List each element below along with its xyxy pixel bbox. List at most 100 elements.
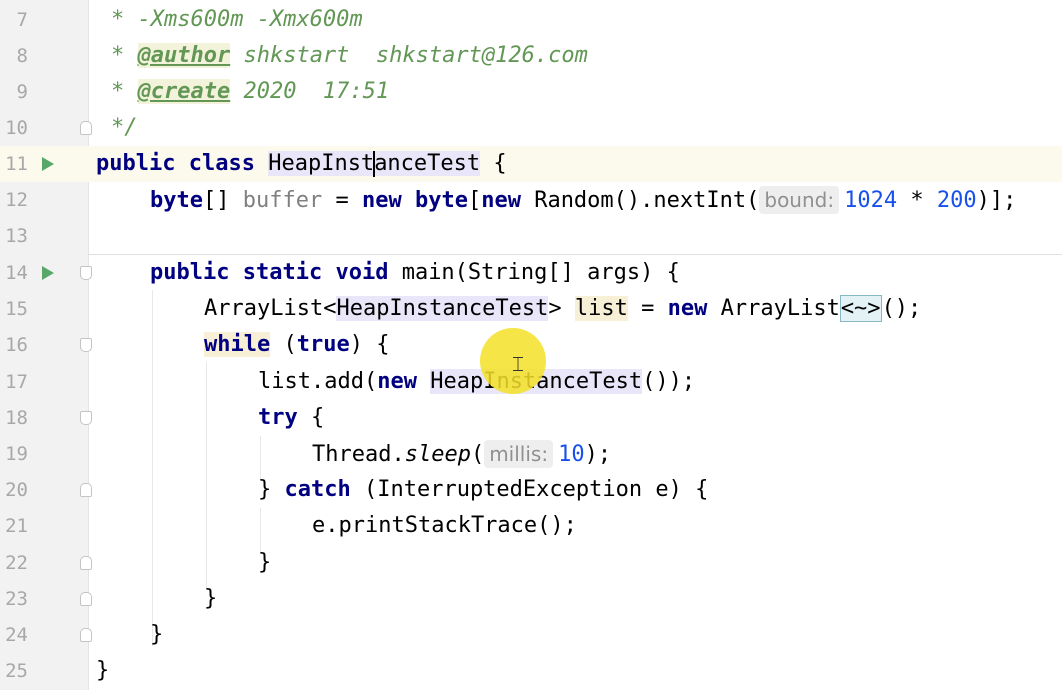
open-paren: ( (270, 332, 297, 357)
code-editor[interactable]: 7 * -Xms600m -Xmx600m 8 * @author shksta… (0, 0, 1062, 690)
run-icon[interactable] (42, 157, 54, 171)
fold-end-icon[interactable] (80, 628, 92, 642)
code-line-23[interactable]: 23 } (0, 581, 1062, 617)
class-declaration: public class HeapInstanceTest { (96, 146, 507, 182)
code-line-10[interactable]: 10 */ (0, 110, 1062, 146)
code-line-15[interactable]: 15 ArrayList<HeapInstanceTest> list = ne… (0, 291, 1062, 327)
close-brace: } (204, 586, 218, 611)
code-line-18[interactable]: 18 try { (0, 400, 1062, 436)
keyword-true: true (296, 332, 350, 357)
line-number: 10 (5, 117, 28, 139)
class-name-part-2: anceTest (374, 151, 481, 176)
keyword-new: new (667, 296, 708, 321)
code-line-22[interactable]: 22 } (0, 545, 1062, 581)
run-icon[interactable] (42, 266, 54, 280)
line-number: 25 (5, 660, 28, 682)
multiply-op: * (897, 188, 937, 213)
code-line-25[interactable]: 25 } (0, 653, 1062, 689)
generic-type: HeapInstanceTest (336, 296, 549, 321)
constructor-arraylist: ArrayList (707, 296, 840, 321)
keyword-new: new (481, 188, 521, 213)
code-line-9[interactable]: 9 * @create 2020 17:51 (0, 74, 1062, 110)
code-line-7[interactable]: 7 * -Xms600m -Xmx600m (0, 2, 1062, 38)
line-number: 18 (5, 407, 28, 429)
code-line-13[interactable]: 13 (0, 218, 1062, 254)
number-literal: 200 (936, 188, 977, 213)
field-buffer: buffer (242, 188, 323, 213)
keyword-while: while (204, 332, 271, 357)
code-line-14[interactable]: 14 public static void main(String[] args… (0, 255, 1062, 291)
line-number: 12 (5, 189, 28, 211)
fold-start-icon[interactable] (80, 338, 92, 352)
close-brace: } (258, 550, 272, 575)
code-line-8[interactable]: 8 * @author shkstart shkstart@126.com (0, 38, 1062, 74)
line-number: 16 (5, 334, 28, 356)
open-paren: ( (470, 442, 485, 467)
open-brace: { (297, 405, 325, 430)
param-hint-bound: bound: (759, 186, 840, 214)
comment-end: */ (111, 115, 138, 140)
code-line-12[interactable]: 12 byte[] buffer = new byte[new Random()… (0, 182, 1062, 218)
code-line-11[interactable]: 11 public class HeapInstanceTest { (0, 146, 1062, 182)
assign-op: = (322, 188, 362, 213)
field-declaration: byte[] buffer = new byte[new Random().ne… (150, 182, 1016, 219)
comment-text: * @author shkstart shkstart@126.com (111, 38, 588, 74)
list-declaration: ArrayList<HeapInstanceTest> list = new A… (204, 291, 921, 327)
fold-end-icon[interactable] (80, 121, 92, 135)
comment-text: * -Xms600m -Xmx600m (111, 7, 363, 32)
fold-start-icon[interactable] (80, 266, 92, 280)
keyword-public: public (150, 260, 230, 285)
code-line-19[interactable]: 19 Thread.sleep(millis: 10); (0, 436, 1062, 472)
keyword-class: class (188, 151, 255, 176)
assign-op: = (627, 296, 668, 321)
line-number: 14 (5, 262, 28, 284)
fold-end-icon[interactable] (80, 592, 92, 606)
line-number: 13 (5, 225, 28, 247)
param-hint-millis: millis: (484, 440, 554, 468)
open-brace: { (480, 151, 507, 176)
keyword-try: try (258, 405, 298, 430)
print-stack-trace: e.printStackTrace(); (312, 513, 577, 538)
class-name[interactable]: HeapInstanceTest (268, 151, 481, 177)
close-brace: } (258, 477, 285, 502)
close-brace: } (96, 658, 110, 683)
javadoc-create-tag: @create (137, 79, 231, 104)
line-number: 11 (5, 153, 28, 175)
comment-author-value: shkstart shkstart@126.com (230, 43, 588, 68)
statement-end: (); (881, 296, 922, 321)
fold-end-icon[interactable] (80, 483, 92, 497)
line-number: 9 (16, 81, 28, 103)
keyword-catch: catch (284, 477, 351, 502)
comment-text: * @create 2020 17:51 (111, 74, 389, 110)
list-add-statement: list.add(new HeapInstanceTest()); (258, 364, 695, 400)
line-number: 17 (5, 371, 28, 393)
line-number: 19 (5, 443, 28, 465)
random-call: Random().nextInt( (520, 188, 760, 213)
comment-star: * (111, 79, 125, 104)
fold-end-icon[interactable] (80, 556, 92, 570)
code-line-20[interactable]: 20 } catch (InterruptedException e) { (0, 472, 1062, 508)
line-number: 23 (5, 588, 28, 610)
variable-list: list (574, 296, 628, 321)
javadoc-author-tag: @author (137, 43, 231, 68)
sleep-method: sleep (404, 442, 471, 467)
close-brace: } (150, 622, 164, 647)
keyword-byte: byte (414, 188, 468, 213)
while-statement: while (true) { (204, 327, 389, 363)
array-brackets: [] (202, 188, 243, 213)
try-statement: try { (258, 400, 324, 436)
line-number: 8 (16, 45, 28, 67)
keyword-byte: byte (150, 188, 203, 213)
line-number: 7 (16, 9, 28, 31)
main-signature: main(String[] args) { (388, 260, 680, 285)
code-line-21[interactable]: 21 e.printStackTrace(); (0, 508, 1062, 544)
statement-end: ()); (642, 369, 696, 394)
comment-create-value: 2020 17:51 (230, 79, 390, 104)
fold-start-icon[interactable] (80, 411, 92, 425)
code-line-24[interactable]: 24 } (0, 617, 1062, 653)
diamond-fold[interactable]: <~> (839, 295, 882, 322)
method-declaration: public static void main(String[] args) { (150, 255, 680, 291)
keyword-new: new (377, 369, 417, 394)
close-tokens: )]; (976, 188, 1017, 213)
